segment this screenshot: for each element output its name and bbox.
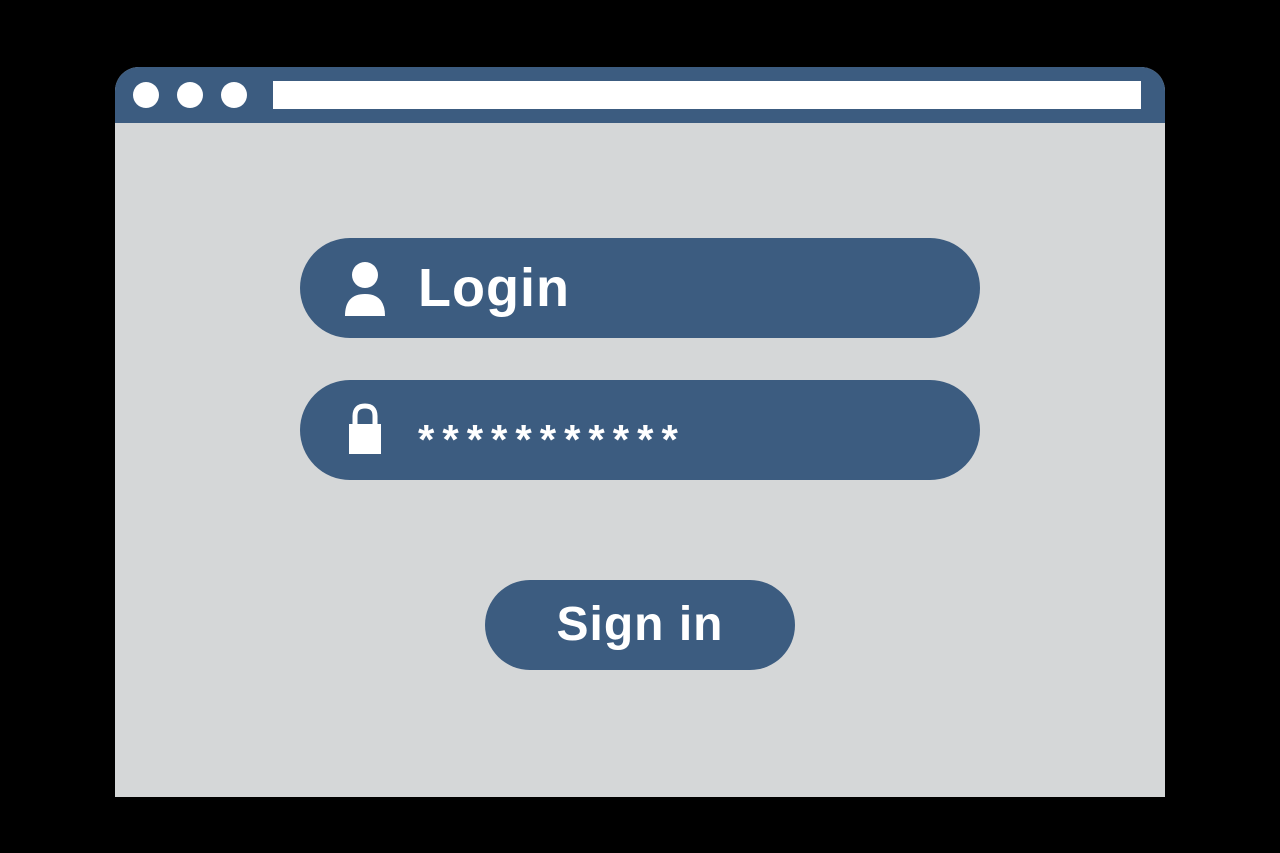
window-controls bbox=[133, 82, 247, 108]
sign-in-button[interactable]: Sign in bbox=[485, 580, 795, 670]
maximize-window-button[interactable] bbox=[221, 82, 247, 108]
lock-icon bbox=[336, 396, 394, 464]
password-field[interactable]: *********** bbox=[300, 380, 980, 480]
close-window-button[interactable] bbox=[133, 82, 159, 108]
address-bar[interactable] bbox=[273, 81, 1141, 109]
title-bar bbox=[115, 67, 1165, 123]
user-icon bbox=[336, 254, 394, 322]
username-label: Login bbox=[418, 257, 570, 319]
username-field[interactable]: Login bbox=[300, 238, 980, 338]
login-form: Login *********** Sign in bbox=[115, 123, 1165, 670]
browser-window: Login *********** Sign in bbox=[115, 67, 1165, 797]
minimize-window-button[interactable] bbox=[177, 82, 203, 108]
password-mask: *********** bbox=[418, 416, 686, 464]
